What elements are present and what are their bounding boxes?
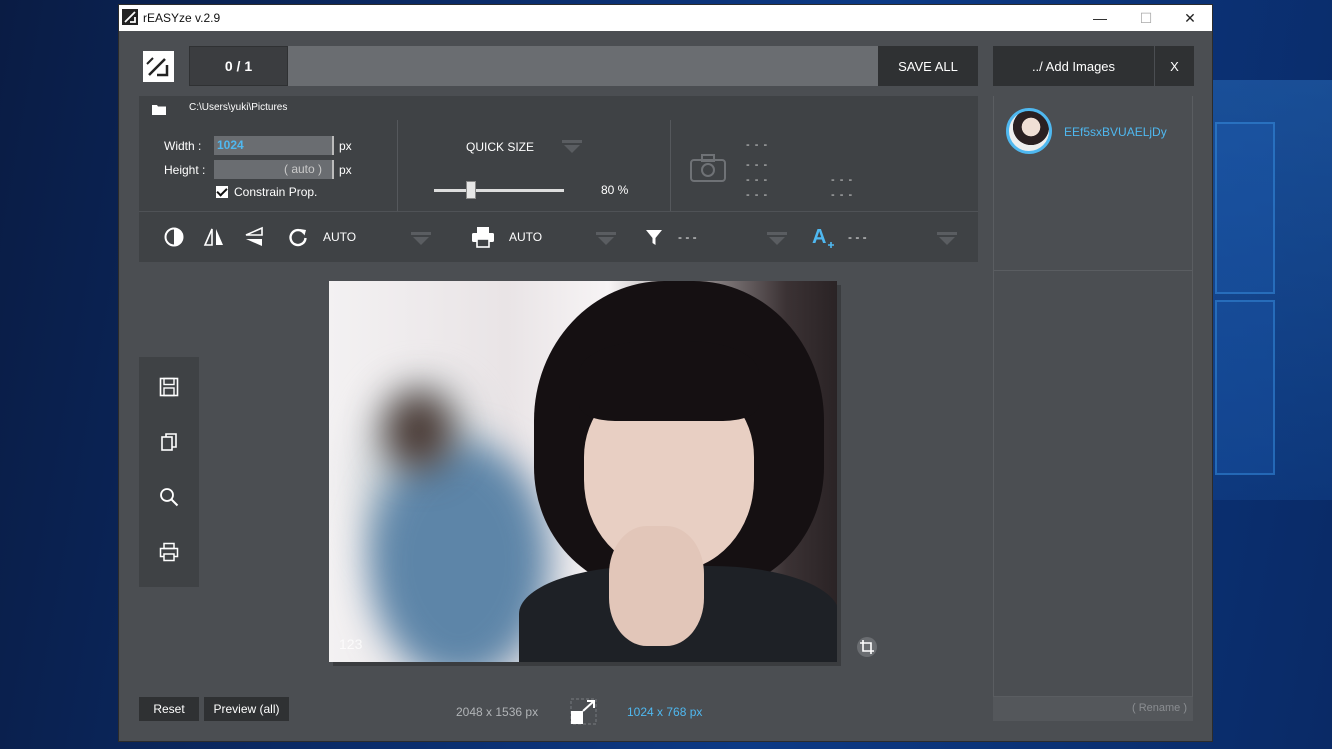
minimize-button[interactable]: — xyxy=(1077,5,1123,31)
divider xyxy=(994,270,1192,271)
image-thumbnail[interactable] xyxy=(1006,108,1052,154)
filter-dropdown[interactable] xyxy=(767,232,787,246)
zoom-icon[interactable] xyxy=(157,485,181,509)
file-name[interactable]: EEf5sxBVUAELjDy xyxy=(1064,125,1167,139)
app-logo-icon xyxy=(122,9,138,25)
file-list: EEf5sxBVUAELjDy xyxy=(993,96,1193,697)
app-logo-button[interactable] xyxy=(143,51,174,82)
quick-size-label: QUICK SIZE xyxy=(466,140,535,154)
quick-size-dropdown[interactable] xyxy=(562,140,582,154)
constrain-checkbox[interactable] xyxy=(216,186,228,198)
rotate-mode-label: AUTO xyxy=(323,230,357,244)
save-all-button[interactable]: SAVE ALL xyxy=(878,46,978,86)
close-window-button[interactable]: ✕ xyxy=(1167,5,1213,31)
print-icon[interactable] xyxy=(471,224,495,250)
edit-toolbar: AUTO AUTO - - - A - - - xyxy=(139,211,978,262)
text-label: - - - xyxy=(848,230,867,244)
maximize-button[interactable]: ☐ xyxy=(1123,5,1169,31)
image-counter: 0 / 1 xyxy=(189,46,288,86)
new-dimensions: 1024 x 768 px xyxy=(627,705,703,719)
copy-icon[interactable] xyxy=(157,430,181,454)
quick-size-percent: 80 % xyxy=(601,183,629,197)
filter-icon[interactable] xyxy=(644,224,664,250)
constrain-label: Constrain Prop. xyxy=(234,185,318,199)
add-text-icon[interactable]: A xyxy=(812,224,838,250)
preview-hand xyxy=(609,526,704,646)
path-bar: C:\Users\yuki\Pictures xyxy=(139,96,978,120)
desktop-window-pane xyxy=(1215,300,1275,475)
divider xyxy=(397,120,398,211)
height-input[interactable]: ( auto ) xyxy=(214,160,334,179)
resize-icon xyxy=(570,698,597,725)
filter-label: - - - xyxy=(678,230,697,244)
print-dropdown[interactable] xyxy=(596,232,616,246)
print-mode-label: AUTO xyxy=(509,230,543,244)
divider xyxy=(670,120,671,211)
exif-line: - - - xyxy=(746,159,769,171)
width-label: Width : xyxy=(164,139,202,153)
window-title: rEASYze v.2.9 xyxy=(143,11,221,25)
exif-line: - - - xyxy=(831,189,854,201)
preview-background xyxy=(384,391,454,471)
exif-line: - - - xyxy=(746,139,769,151)
preview-all-button[interactable]: Preview (all) xyxy=(204,697,289,721)
title-bar: rEASYze v.2.9 — ☐ ✕ xyxy=(119,5,1212,31)
camera-icon xyxy=(690,154,726,187)
flip-horizontal-icon[interactable] xyxy=(203,224,225,250)
add-images-button[interactable]: ../ Add Images xyxy=(993,46,1154,86)
image-preview[interactable]: 123 xyxy=(329,281,837,662)
exif-line: - - - xyxy=(746,174,769,186)
current-path: C:\Users\yuki\Pictures xyxy=(189,102,288,113)
contrast-icon[interactable] xyxy=(163,224,185,250)
exif-line: - - - xyxy=(831,174,854,186)
height-unit: px xyxy=(339,163,352,177)
print-icon[interactable] xyxy=(157,540,181,564)
preview-bangs xyxy=(579,341,759,421)
close-list-button[interactable]: X xyxy=(1154,46,1194,86)
height-label: Height : xyxy=(164,163,206,177)
rotate-dropdown[interactable] xyxy=(411,232,431,246)
folder-icon[interactable] xyxy=(152,102,166,115)
quick-size-slider-thumb[interactable] xyxy=(466,181,476,199)
desktop-window-pane xyxy=(1215,122,1275,294)
crop-icon[interactable] xyxy=(857,637,877,657)
original-dimensions: 2048 x 1536 px xyxy=(456,705,539,719)
flip-vertical-icon[interactable] xyxy=(243,224,265,250)
quick-size-slider-track[interactable] xyxy=(434,189,564,192)
progress-bar xyxy=(288,46,878,86)
reset-button[interactable]: Reset xyxy=(139,697,199,721)
app-window: rEASYze v.2.9 — ☐ ✕ 0 / 1 SAVE ALL ../ A… xyxy=(118,4,1213,742)
width-input[interactable]: 1024 xyxy=(214,136,334,155)
rotate-icon[interactable] xyxy=(287,224,309,250)
image-number: 123 xyxy=(339,636,363,652)
rename-button[interactable]: ( Rename ) xyxy=(993,697,1193,721)
exif-line: - - - xyxy=(746,189,769,201)
save-icon[interactable] xyxy=(157,375,181,399)
text-dropdown[interactable] xyxy=(937,232,957,246)
width-unit: px xyxy=(339,139,352,153)
svg-text:A: A xyxy=(812,226,826,248)
size-settings-panel: Width : 1024 px Height : ( auto ) px Con… xyxy=(139,120,978,211)
side-toolbar xyxy=(139,357,199,587)
